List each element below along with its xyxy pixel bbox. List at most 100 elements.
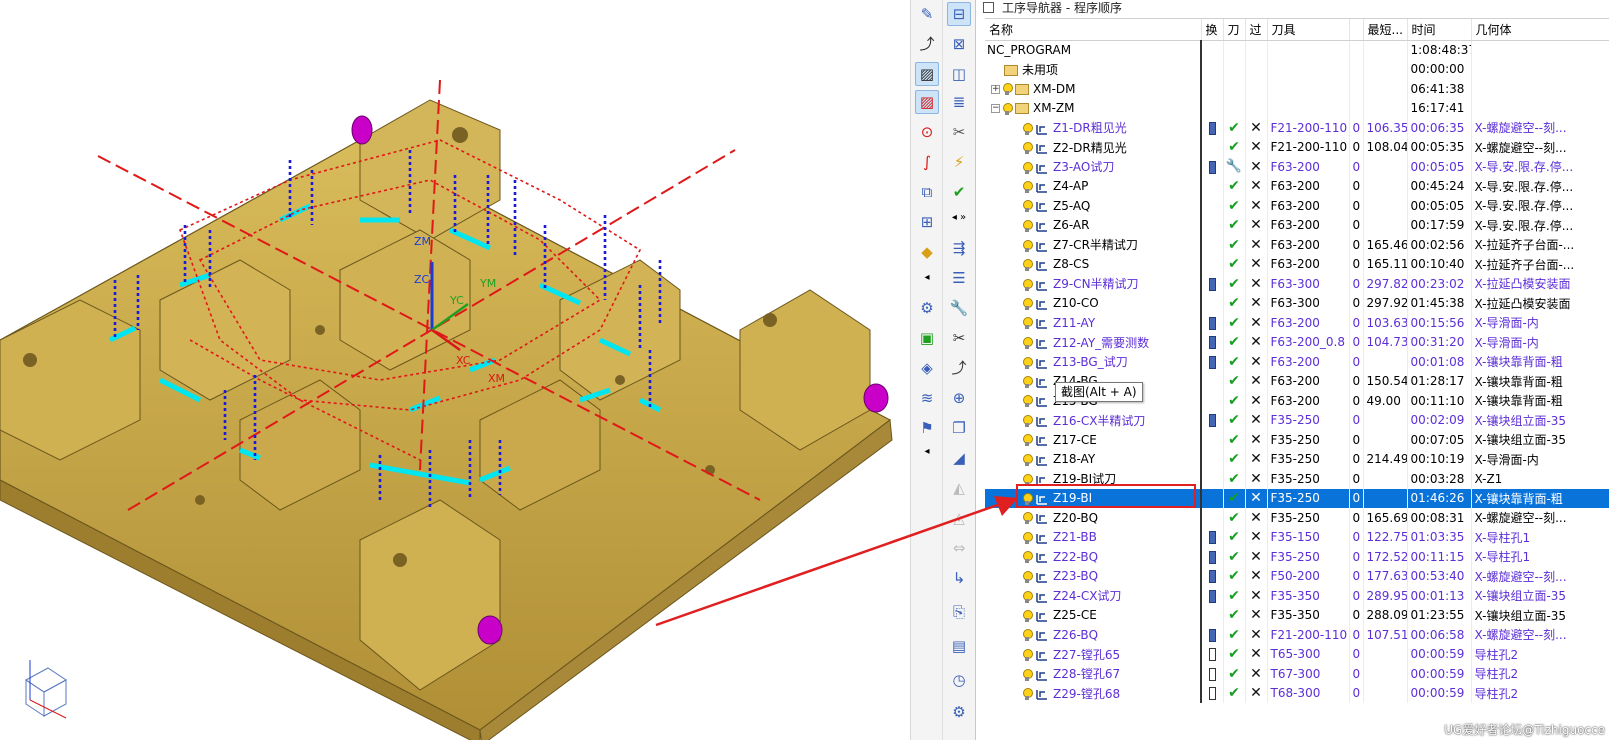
material-icon[interactable]: ⊕ bbox=[947, 386, 971, 410]
table-row[interactable]: Z26-BQ ✔ ✕ F21-200-110 0 107.51 00:06:58 X-螺旋避空… bbox=[985, 625, 1609, 645]
table-row[interactable]: Z27-镗孔65 ✔ ✕ T65-300 0 00:00:59 导柱孔2 bbox=[985, 644, 1609, 664]
operation-name-cell[interactable]: Z28-镗孔67 bbox=[985, 664, 1202, 684]
operation-name-cell[interactable]: − XM-ZM bbox=[985, 98, 1202, 118]
table-row[interactable]: NC_PROGRAM 1:08:48:37 bbox=[985, 40, 1609, 60]
create-tool-icon[interactable]: ⤴ bbox=[915, 32, 939, 56]
shape-icon[interactable]: ◢ bbox=[947, 446, 971, 470]
more-icon[interactable]: ◂ » bbox=[947, 206, 971, 230]
edit-icon[interactable]: ✂ bbox=[947, 120, 971, 144]
table-row[interactable]: Z6-AR ✔ ✕ F63-200 0 00:17:59 X-导.安.限.存.停... bbox=[985, 215, 1609, 235]
column-header[interactable]: 名称 bbox=[985, 19, 1202, 41]
table-row[interactable]: Z12-AY_需要测数 ✔ ✕ F63-200_0.8 0 104.73 00:31:20 X… bbox=[985, 332, 1609, 352]
column-header[interactable]: 最短... bbox=[1363, 19, 1408, 41]
table-row[interactable]: Z5-AQ ✔ ✕ F63-200 0 00:05:05 X-导.安.限.存.停... bbox=[985, 196, 1609, 216]
table-row[interactable]: Z18-AY ✔ ✕ F35-250 0 214.49 00:10:19 X-导滑面-内 bbox=[985, 449, 1609, 469]
column-header[interactable]: 换 bbox=[1201, 19, 1224, 41]
method-view-icon[interactable]: ≣ bbox=[947, 90, 971, 114]
table-row[interactable]: Z11-AY ✔ ✕ F63-200 0 103.63 00:15:56 X-导滑面-内 bbox=[985, 313, 1609, 333]
generate-icon[interactable]: ⚡ bbox=[947, 150, 971, 174]
expand-icon-2[interactable]: ◂ bbox=[915, 440, 939, 464]
column-header[interactable]: 几何体 bbox=[1471, 19, 1609, 41]
table-row[interactable]: Z25-CE ✔ ✕ F35-350 0 288.09 01:23:55 X-镶块组立面-35 bbox=[985, 605, 1609, 625]
machine-tool-view-icon[interactable]: ⊠ bbox=[947, 32, 971, 56]
operation-name-cell[interactable]: Z7-CR半精试刀 bbox=[985, 235, 1202, 255]
path-icon[interactable]: ∫ bbox=[915, 150, 939, 174]
operation-name-cell[interactable]: Z4-AP bbox=[985, 176, 1202, 196]
column-header[interactable]: 时间 bbox=[1407, 19, 1472, 41]
table-row[interactable]: Z21-BB ✔ ✕ F35-150 0 122.75 01:03:35 X-导柱孔1 bbox=[985, 527, 1609, 547]
operation-name-cell[interactable]: Z8-CS bbox=[985, 254, 1202, 274]
target-icon[interactable]: ⊙ bbox=[915, 120, 939, 144]
table-row[interactable]: Z2-DR精见光 ✔ ✕ F21-200-110 0 108.04 00:05:35 X-螺旋… bbox=[985, 137, 1609, 157]
column-header[interactable]: 刀 bbox=[1223, 19, 1246, 41]
program-order-view-icon[interactable]: ⊟ bbox=[947, 2, 971, 26]
table-row[interactable]: Z4-AP ✔ ✕ F63-200 0 00:45:24 X-导.安.限.存.停... bbox=[985, 176, 1609, 196]
operation-name-cell[interactable]: Z11-AY bbox=[985, 313, 1202, 333]
operation-name-cell[interactable]: Z10-CO bbox=[985, 293, 1202, 313]
operation-name-cell[interactable]: Z17-CE bbox=[985, 430, 1202, 450]
pattern-icon[interactable]: ⤴ bbox=[947, 356, 971, 380]
table-row[interactable]: − XM-ZM 16:17:41 bbox=[985, 98, 1609, 118]
operation-name-cell[interactable]: Z13-BG_试刀 bbox=[985, 352, 1202, 372]
table-row[interactable]: Z7-CR半精试刀 ✔ ✕ F63-200 0 165.46 00:02:56 X-拉延齐子台… bbox=[985, 235, 1609, 255]
operation-name-cell[interactable]: Z29-镗孔68 bbox=[985, 683, 1202, 703]
table-row[interactable]: Z29-镗孔68 ✔ ✕ T68-300 0 00:00:59 导柱孔2 bbox=[985, 683, 1609, 703]
operation-name-cell[interactable]: Z18-AY bbox=[985, 449, 1202, 469]
create-geometry-icon[interactable]: ▨ bbox=[915, 62, 939, 86]
table-row[interactable]: Z20-BQ ✔ ✕ F35-250 0 165.69 00:08:31 X-螺旋避空--刻.… bbox=[985, 508, 1609, 528]
table-row[interactable]: Z8-CS ✔ ✕ F63-200 0 165.11 00:10:40 X-拉延齐子台面-..… bbox=[985, 254, 1609, 274]
table-row[interactable]: Z22-BQ ✔ ✕ F35-250 0 172.52 00:11:15 X-导柱孔1 bbox=[985, 547, 1609, 567]
list-icon[interactable]: ☰ bbox=[947, 266, 971, 290]
simulate-icon[interactable]: ▣ bbox=[915, 326, 939, 350]
clock-icon[interactable]: ◷ bbox=[947, 668, 971, 692]
table-row[interactable]: Z16-CX半精试刀 ✔ ✕ F35-250 0 00:02:09 X-镶块组立面-35 bbox=[985, 410, 1609, 430]
document-icon[interactable]: ❐ bbox=[947, 416, 971, 440]
operation-name-cell[interactable]: Z12-AY_需要测数 bbox=[985, 332, 1202, 352]
geometry-view-icon[interactable]: ◫ bbox=[947, 62, 971, 86]
status-bulb-icon bbox=[1023, 375, 1033, 388]
operation-name-cell[interactable]: + XM-DM bbox=[985, 79, 1202, 99]
copy-icon[interactable]: ⧉ bbox=[915, 180, 939, 204]
wrench-icon[interactable]: 🔧 bbox=[947, 296, 971, 320]
table-row[interactable]: Z24-CX试刀 ✔ ✕ F35-350 0 289.95 00:01:13 X-镶块组立面-… bbox=[985, 586, 1609, 606]
operation-name-cell[interactable]: Z9-CN半精试刀 bbox=[985, 274, 1202, 294]
operation-name-cell[interactable]: Z6-AR bbox=[985, 215, 1202, 235]
expand-icon[interactable]: ◂ bbox=[915, 266, 939, 290]
replay-icon[interactable]: ✔ bbox=[947, 180, 971, 204]
table-row[interactable]: Z28-镗孔67 ✔ ✕ T67-300 0 00:00:59 导柱孔2 bbox=[985, 664, 1609, 684]
table-row[interactable]: Z10-CO ✔ ✕ F63-300 0 297.92 01:45:38 X-拉延凸模安装面 bbox=[985, 293, 1609, 313]
operation-name-cell[interactable]: Z5-AQ bbox=[985, 196, 1202, 216]
operation-name-cell[interactable]: Z3-AO试刀 bbox=[985, 157, 1202, 177]
operation-name-cell[interactable]: 未用项 bbox=[985, 59, 1202, 79]
create-program-icon[interactable]: ✎ bbox=[915, 2, 939, 26]
table-row[interactable]: Z13-BG_试刀 ✔ ✕ F63-200 0 00:01:08 X-镶块靠背面-粗 bbox=[985, 352, 1609, 372]
table-row[interactable]: Z17-CE ✔ ✕ F35-250 0 00:07:05 X-镶块组立面-35 bbox=[985, 430, 1609, 450]
table-row[interactable]: Z3-AO试刀 🔧 ✕ F63-200 0 00:05:05 X-导.安.限.存.停... bbox=[985, 157, 1609, 177]
cut-icon[interactable]: ✂ bbox=[947, 326, 971, 350]
expand-toggle-icon[interactable]: + bbox=[991, 84, 1000, 94]
table-row[interactable]: Z1-DR粗见光 ✔ ✕ F21-200-110 0 106.35 00:06:35 X-螺旋… bbox=[985, 118, 1609, 138]
expand-toggle-icon[interactable]: − bbox=[991, 104, 1000, 114]
tree-icon[interactable]: ⊞ bbox=[915, 210, 939, 234]
analysis-icon[interactable]: ⚙ bbox=[915, 296, 939, 320]
water-icon[interactable]: ≋ bbox=[915, 386, 939, 410]
column-header[interactable]: 过 bbox=[1245, 19, 1268, 41]
operation-name-cell[interactable]: Z16-CX半精试刀 bbox=[985, 410, 1202, 430]
verify-icon[interactable]: ◈ bbox=[915, 356, 939, 380]
create-method-icon[interactable]: ▨ bbox=[915, 90, 939, 114]
operation-name-cell[interactable]: Z2-DR精见光 bbox=[985, 137, 1202, 157]
table-row[interactable]: + XM-DM 06:41:38 bbox=[985, 79, 1609, 99]
column-header[interactable]: 刀具 bbox=[1267, 19, 1350, 41]
postprocess-icon[interactable]: ⚑ bbox=[915, 416, 939, 440]
settings-icon[interactable]: ⚙ bbox=[947, 700, 971, 724]
feeds-icon[interactable]: ⇶ bbox=[947, 236, 971, 260]
operation-name-cell[interactable]: Z1-DR粗见光 bbox=[985, 118, 1202, 138]
object-icon[interactable]: ◆ bbox=[915, 240, 939, 264]
table-row[interactable]: Z9-CN半精试刀 ✔ ✕ F63-300 0 297.82 00:23:02 X-拉延凸模安… bbox=[985, 274, 1609, 294]
operation-name-cell[interactable]: NC_PROGRAM bbox=[985, 40, 1202, 60]
table-row[interactable]: 未用项 00:00:00 bbox=[985, 59, 1609, 79]
operation-name-cell[interactable]: Z27-镗孔65 bbox=[985, 644, 1202, 664]
pin-checkbox[interactable] bbox=[983, 1, 994, 13]
column-header[interactable] bbox=[1349, 19, 1364, 41]
table-row[interactable]: Z23-BQ ✔ ✕ F50-200 0 177.63 00:53:40 X-螺旋避空--刻.… bbox=[985, 566, 1609, 586]
